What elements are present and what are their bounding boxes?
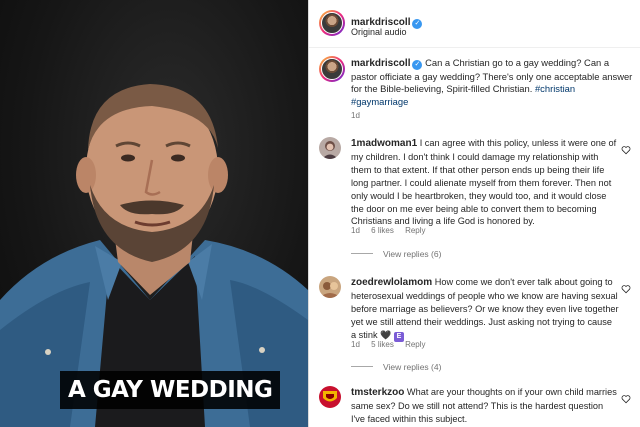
commenter-avatar[interactable] <box>319 276 341 298</box>
caption-body: markdriscoll ✓ Can a Christian go to a ga… <box>351 57 633 108</box>
avatar-image <box>319 386 341 408</box>
post-side-panel: markdriscoll ✓ Original audio markdriscol… <box>309 0 640 427</box>
comment-likes[interactable]: 5 likes <box>371 340 394 349</box>
post-header: markdriscoll ✓ Original audio <box>309 0 640 48</box>
comment-body: 1madwoman1 I can agree with this policy,… <box>351 137 619 228</box>
audio-label[interactable]: Original audio <box>351 27 407 37</box>
speaker-illustration <box>0 84 308 427</box>
video-caption: A GAY WEDDING <box>60 371 281 409</box>
comment-meta: 1d 5 likes Reply <box>351 340 435 349</box>
replies-divider <box>351 253 373 254</box>
author-avatar[interactable] <box>319 10 345 36</box>
replies-divider <box>351 366 373 367</box>
reply-button[interactable]: Reply <box>405 226 425 235</box>
caption-avatar[interactable] <box>319 56 345 82</box>
verified-badge-icon: ✓ <box>412 60 423 70</box>
view-replies-button[interactable]: View replies (6) <box>351 249 441 259</box>
comment-username[interactable]: tmsterkzoo <box>351 387 404 398</box>
comment-text: I can agree with this policy, unless it … <box>351 138 617 227</box>
view-replies-label: View replies (6) <box>383 249 442 259</box>
commenter-avatar[interactable] <box>319 386 341 408</box>
avatar-image <box>319 276 341 298</box>
view-replies-button[interactable]: View replies (4) <box>351 362 441 372</box>
video-player[interactable]: A GAY WEDDING <box>0 0 308 427</box>
caption-username[interactable]: markdriscoll <box>351 58 410 69</box>
avatar-image <box>319 137 341 159</box>
comment-likes[interactable]: 6 likes <box>371 226 394 235</box>
verified-badge-icon: ✓ <box>412 19 423 29</box>
avatar-image <box>321 58 343 80</box>
comment-username[interactable]: zoedrewlolamom <box>351 277 432 288</box>
comment-time: 1d <box>351 226 360 235</box>
comment-time: 1d <box>351 340 360 349</box>
comment-body: zoedrewlolamom How come we don't ever ta… <box>351 276 619 342</box>
like-heart-icon[interactable] <box>621 142 631 155</box>
comment-body: tmsterkzoo What are your thoughts on if … <box>351 386 619 426</box>
avatar-image <box>321 12 343 34</box>
like-heart-icon[interactable] <box>621 281 631 294</box>
commenter-avatar[interactable] <box>319 137 341 159</box>
reply-button[interactable]: Reply <box>405 340 425 349</box>
post-timestamp: 1d <box>351 111 360 120</box>
like-heart-icon[interactable] <box>621 391 631 404</box>
view-replies-label: View replies (4) <box>383 362 442 372</box>
comment-meta: 1d 6 likes Reply <box>351 226 435 235</box>
comment-username[interactable]: 1madwoman1 <box>351 138 417 149</box>
